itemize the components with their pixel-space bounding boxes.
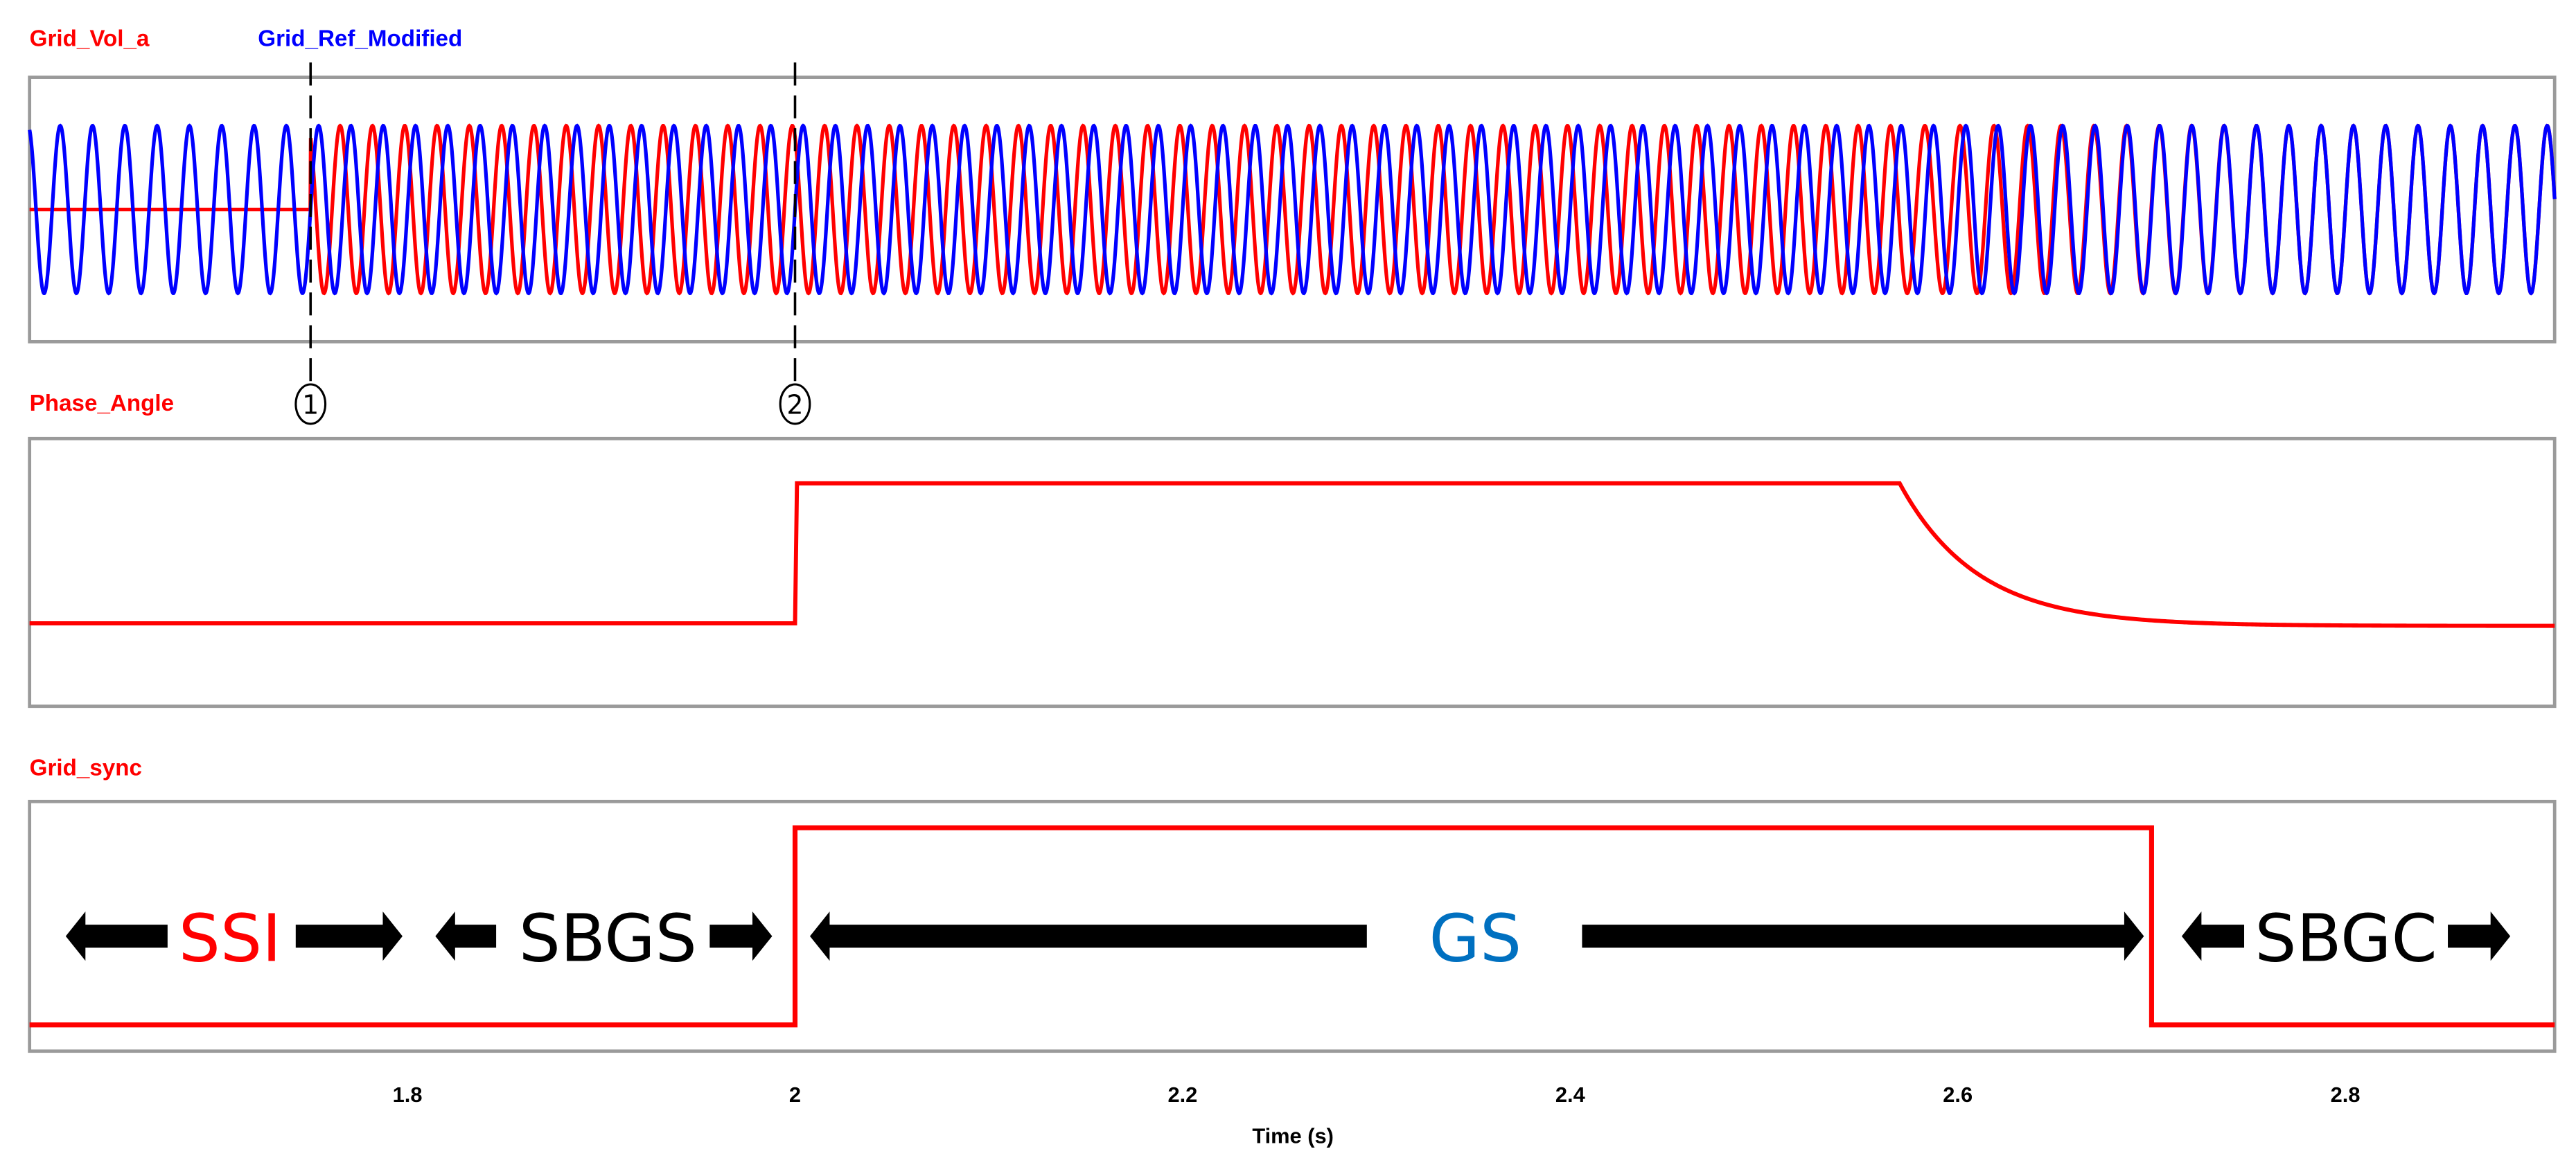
legend-grid-ref-modified: Grid_Ref_Modified bbox=[258, 26, 462, 52]
x-axis-ticks: 1.8 2 2.2 2.4 2.6 2.8 bbox=[393, 1083, 2361, 1107]
x-tick-label: 2 bbox=[789, 1083, 801, 1107]
x-axis-label: Time (s) bbox=[1252, 1123, 1334, 1148]
marker-label: 1 bbox=[302, 390, 319, 420]
state-label-sbgc: SBGC bbox=[2255, 900, 2437, 977]
x-tick-label: 2.2 bbox=[1167, 1083, 1197, 1107]
x-tick-label: 2.6 bbox=[1943, 1083, 1973, 1107]
state-label-gs: GS bbox=[1429, 900, 1521, 977]
chart: Grid_Vol_a Grid_Ref_Modified Phase_Angle… bbox=[28, 26, 2557, 1148]
state-label-sbgs: SBGS bbox=[519, 900, 697, 977]
legend-phase-angle: Phase_Angle bbox=[30, 391, 174, 416]
phase-panel bbox=[28, 436, 2557, 709]
state-label-ssi: SSI bbox=[179, 900, 281, 977]
x-tick-label: 2.4 bbox=[1555, 1083, 1585, 1107]
marker-label: 2 bbox=[786, 390, 803, 420]
x-tick-label: 2.8 bbox=[2331, 1083, 2361, 1107]
x-tick-label: 1.8 bbox=[393, 1083, 423, 1107]
legend-grid-vol-a: Grid_Vol_a bbox=[30, 26, 150, 52]
legend-grid-sync: Grid_sync bbox=[30, 755, 142, 781]
